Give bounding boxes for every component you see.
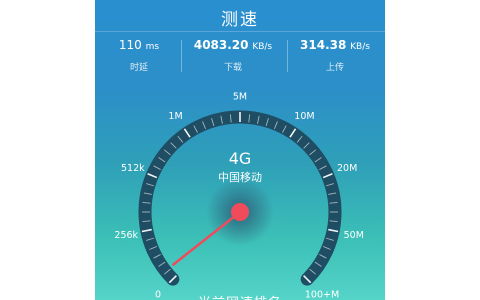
speed-gauge: 0256k512k1M5M10M20M50M100+M 4G 中国移动 — [114, 92, 364, 300]
gauge-tick-label: 20M — [337, 163, 357, 174]
ranking-text: 当前网速排名 — [115, 292, 365, 300]
speed-test-screen: 测速 110 ms 时延 4083.20 KB/s 下载 314.38 KB/s… — [95, 0, 385, 300]
stat-divider — [181, 40, 182, 72]
download-unit: KB/s — [252, 42, 273, 52]
latency-value: 110 — [118, 38, 142, 52]
upload-stat: 314.38 KB/s 上传 — [287, 37, 383, 77]
network-type: 4G — [229, 149, 252, 168]
download-value: 4083.20 — [193, 38, 249, 52]
latency-label: 时延 — [129, 63, 148, 73]
latency-stat: 110 ms 时延 — [103, 37, 175, 77]
download-label: 下载 — [223, 63, 242, 73]
gauge-tick-label: 1M — [168, 111, 182, 122]
gauge-hub — [231, 203, 249, 221]
gauge-tick-label: 10M — [294, 111, 314, 122]
gauge-tick-label: 5M — [233, 92, 247, 103]
upload-unit: KB/s — [350, 42, 370, 52]
latency-unit: ms — [145, 42, 160, 52]
upload-label: 上传 — [325, 63, 344, 73]
page-title: 测速 — [221, 10, 259, 30]
gauge-tick-label: 512k — [121, 163, 145, 174]
upload-value: 314.38 — [300, 38, 347, 52]
title-divider — [95, 31, 385, 32]
download-stat: 4083.20 KB/s 下载 — [183, 37, 283, 77]
gauge-tick-label: 50M — [344, 230, 364, 241]
gauge-tick-label: 256k — [114, 230, 138, 241]
